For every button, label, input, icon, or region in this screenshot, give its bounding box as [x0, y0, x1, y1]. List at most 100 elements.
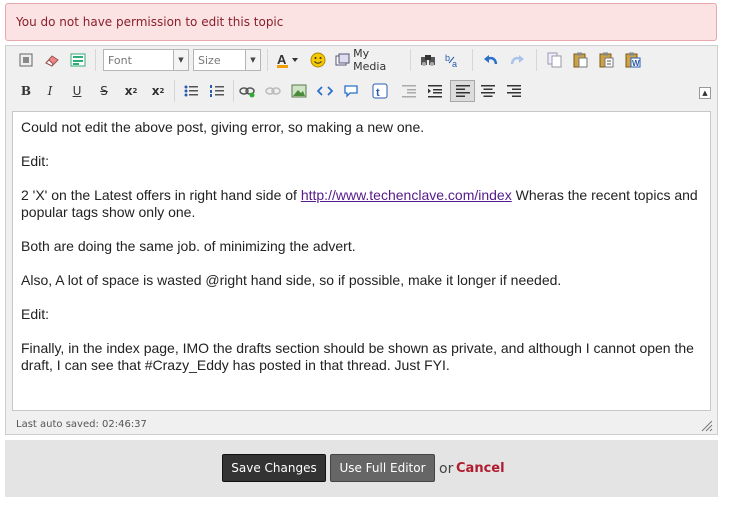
italic-button[interactable]: I	[39, 80, 61, 102]
chevron-down-icon: ▼	[173, 50, 188, 70]
svg-text:W: W	[632, 59, 640, 68]
paste-word-icon: W	[625, 52, 641, 68]
emoticon-button[interactable]	[307, 49, 329, 71]
template-button[interactable]	[67, 49, 89, 71]
toolbar-row-1: Font ▼ Size ▼ A My Media ba W	[6, 47, 717, 77]
copy-icon	[547, 52, 562, 68]
superscript-label: x	[151, 84, 160, 98]
size-select-label: Size	[198, 54, 221, 67]
copy-button[interactable]	[544, 49, 566, 71]
find-button[interactable]	[417, 49, 439, 71]
align-right-icon	[507, 85, 521, 97]
bulleted-list-icon	[184, 85, 198, 97]
paste-button[interactable]	[570, 49, 592, 71]
eraser-icon	[45, 55, 59, 67]
unlink-icon	[265, 87, 281, 95]
code-icon	[317, 86, 333, 96]
superscript-mark: 2	[159, 87, 165, 95]
paste-icon	[573, 52, 588, 68]
align-center-icon	[481, 85, 495, 97]
my-media-button[interactable]: My Media	[334, 47, 404, 73]
image-button[interactable]	[288, 80, 310, 102]
content-paragraph: Finally, in the index page, IMO the draf…	[21, 340, 694, 373]
svg-text:b: b	[445, 53, 450, 63]
my-media-label: My Media	[353, 47, 387, 73]
indent-icon	[428, 85, 442, 98]
image-icon	[291, 84, 307, 98]
font-select[interactable]: Font ▼	[103, 49, 189, 71]
subscript-label: x	[124, 84, 133, 98]
replace-icon: ba	[445, 53, 457, 68]
svg-text:t: t	[376, 87, 380, 99]
font-color-icon: A	[277, 52, 298, 68]
numbered-list-icon	[210, 85, 224, 97]
twitter-button[interactable]: t	[369, 80, 391, 102]
bold-button[interactable]: B	[15, 80, 37, 102]
content-paragraph: Edit:	[21, 306, 50, 322]
unlink-button[interactable]	[262, 80, 284, 102]
align-left-icon	[455, 85, 470, 97]
indent-button[interactable]	[424, 80, 446, 102]
emoticon-icon	[310, 52, 326, 68]
strikethrough-button[interactable]: S	[93, 80, 115, 102]
cancel-link[interactable]: Cancel	[456, 461, 505, 476]
template-icon	[70, 53, 86, 67]
replace-button[interactable]: ba	[443, 49, 465, 71]
quote-icon	[344, 85, 358, 98]
font-select-label: Font	[108, 54, 132, 67]
redo-button[interactable]	[506, 49, 528, 71]
content-paragraph: 2 'X' on the Latest offers in right hand…	[21, 187, 702, 221]
size-select[interactable]: Size ▼	[193, 49, 261, 71]
remove-format-button[interactable]	[41, 49, 63, 71]
align-right-button[interactable]	[503, 80, 525, 102]
redo-icon	[510, 55, 524, 65]
paste-from-word-button[interactable]: W	[622, 49, 644, 71]
undo-icon	[484, 55, 498, 65]
link-icon	[239, 87, 255, 98]
content-paragraph: Also, A lot of space is wasted @right ha…	[21, 272, 562, 288]
subscript-mark: 2	[132, 87, 138, 95]
content-paragraph: Edit:	[21, 153, 50, 169]
bulleted-list-button[interactable]	[180, 80, 202, 102]
resize-handle[interactable]	[701, 420, 713, 432]
code-button[interactable]	[314, 80, 336, 102]
align-center-button[interactable]	[477, 80, 499, 102]
superscript-button[interactable]: x2	[147, 80, 169, 102]
twitter-icon: t	[372, 83, 388, 99]
subscript-button[interactable]: x2	[120, 80, 142, 102]
save-changes-button[interactable]: Save Changes	[222, 454, 326, 482]
toolbar-row-2: B I U S x2 x2 t ▲	[6, 80, 717, 108]
chevron-down-icon: ▼	[245, 50, 260, 70]
rich-text-editor: Font ▼ Size ▼ A My Media ba W B I U S x …	[5, 45, 718, 435]
link-button[interactable]	[236, 80, 258, 102]
svg-text:A: A	[277, 52, 287, 67]
or-label: or	[439, 461, 454, 477]
find-icon	[421, 55, 435, 66]
paste-text-button[interactable]	[596, 49, 618, 71]
font-color-button[interactable]: A	[274, 49, 302, 71]
content-text: 2 'X' on the Latest offers in right hand…	[21, 187, 301, 203]
my-media-icon	[335, 53, 350, 66]
outdent-button[interactable]	[398, 80, 420, 102]
align-left-button[interactable]	[450, 80, 475, 102]
numbered-list-button[interactable]	[206, 80, 228, 102]
permission-error-alert: You do not have permission to edit this …	[5, 3, 717, 41]
content-paragraph: Could not edit the above post, giving er…	[21, 119, 425, 135]
editor-footer: Save Changes Use Full Editor or Cancel	[5, 440, 718, 497]
use-full-editor-button[interactable]: Use Full Editor	[330, 454, 435, 482]
autosave-status: Last auto saved: 02:46:37	[16, 419, 147, 430]
content-paragraph: Both are doing the same job. of minimizi…	[21, 238, 356, 254]
triangle-up-icon: ▲	[702, 89, 708, 97]
techenclave-index-link[interactable]: http://www.techenclave.com/index	[301, 187, 512, 203]
outdent-icon	[402, 85, 416, 98]
collapse-toolbar-button[interactable]: ▲	[699, 87, 711, 99]
source-icon	[19, 53, 33, 67]
resize-grip-icon	[701, 420, 713, 432]
quote-button[interactable]	[340, 80, 362, 102]
editor-content-area[interactable]: Could not edit the above post, giving er…	[12, 111, 711, 411]
alert-message: You do not have permission to edit this …	[16, 15, 284, 29]
svg-text:a: a	[452, 59, 457, 68]
source-button[interactable]	[15, 49, 37, 71]
undo-button[interactable]	[480, 49, 502, 71]
underline-button[interactable]: U	[66, 80, 88, 102]
